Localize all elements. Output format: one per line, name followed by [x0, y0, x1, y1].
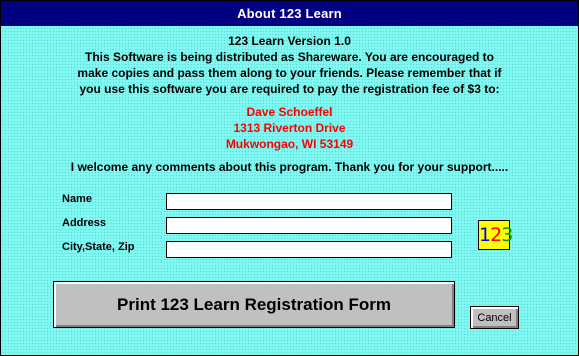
dialog-title: About 123 Learn — [1, 1, 578, 26]
intro-line-2: make copies and pass them along to your … — [77, 66, 502, 80]
version-line: 123 Learn Version 1.0 — [228, 34, 351, 48]
logo-digit-2: 2 — [490, 224, 502, 246]
address-street: 1313 Riverton Drive — [233, 121, 346, 135]
address-label: Address — [62, 217, 107, 229]
city-state-zip-label: City,State, Zip — [62, 241, 135, 253]
print-registration-form-button[interactable]: Print 123 Learn Registration Form — [53, 281, 455, 328]
mailing-address: Dave Schoeffel 1313 Riverton Drive Mukwo… — [1, 104, 578, 152]
name-field[interactable] — [166, 193, 452, 210]
city-state-zip-field[interactable] — [166, 241, 452, 258]
intro-text: 123 Learn Version 1.0 This Software is b… — [1, 33, 578, 97]
intro-line-1: This Software is being distributed as Sh… — [85, 50, 494, 64]
address-field[interactable] — [166, 217, 452, 234]
app-logo-icon: 123 — [478, 220, 513, 250]
intro-line-3: you use this software you are required t… — [79, 82, 500, 96]
about-dialog: About 123 Learn 123 Learn Version 1.0 Th… — [0, 0, 579, 356]
dialog-body: 123 Learn Version 1.0 This Software is b… — [1, 27, 578, 355]
cancel-button[interactable]: Cancel — [470, 306, 519, 329]
logo-digit-3: 3 — [501, 224, 513, 246]
address-city: Mukwongao, WI 53149 — [225, 137, 354, 151]
logo-digit-1: 1 — [479, 224, 491, 246]
name-label: Name — [62, 193, 92, 205]
welcome-text: I welcome any comments about this progra… — [70, 160, 509, 174]
address-name: Dave Schoeffel — [246, 105, 333, 119]
